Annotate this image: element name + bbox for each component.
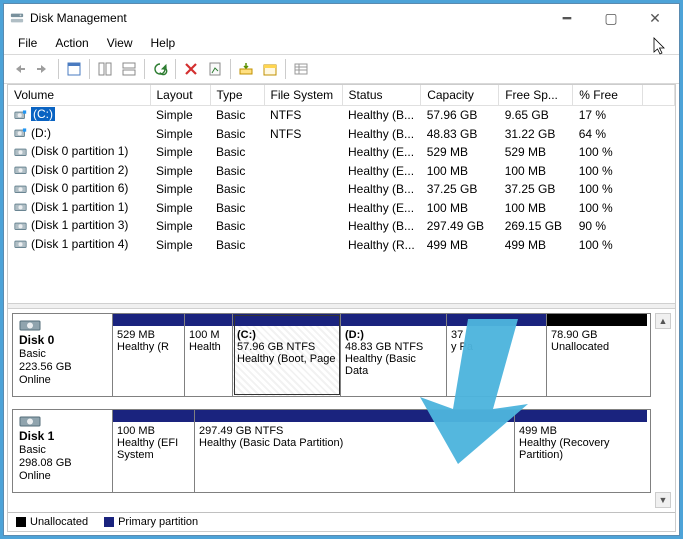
- legend-primary: Primary partition: [104, 516, 198, 528]
- volume-table: VolumeLayoutTypeFile SystemStatusCapacit…: [8, 85, 675, 254]
- column-header[interactable]: Free Sp...: [499, 85, 573, 106]
- partition-block[interactable]: 37y Pa: [447, 314, 547, 396]
- partition-block[interactable]: 100 MBHealthy (EFI System: [113, 410, 195, 492]
- column-header[interactable]: % Free: [573, 85, 643, 106]
- partition-block[interactable]: 499 MBHealthy (Recovery Partition): [515, 410, 647, 492]
- volume-row[interactable]: (Disk 0 partition 1)SimpleBasicHealthy (…: [8, 143, 675, 162]
- content: VolumeLayoutTypeFile SystemStatusCapacit…: [7, 84, 676, 532]
- disk-management-window: Disk Management ━ ▢ ✕ File Action View H…: [3, 3, 680, 536]
- partition-block[interactable]: 529 MBHealthy (R: [113, 314, 185, 396]
- scrollbar[interactable]: ▲ ▼: [655, 313, 671, 508]
- minimize-button[interactable]: ━: [545, 4, 589, 32]
- toolbar-layout1-icon[interactable]: [94, 58, 116, 80]
- column-header[interactable]: File System: [264, 85, 342, 106]
- graphical-view: Disk 0Basic223.56 GBOnline529 MBHealthy …: [8, 309, 675, 512]
- menubar: File Action View Help: [4, 32, 679, 54]
- column-header[interactable]: Volume: [8, 85, 150, 106]
- delete-icon[interactable]: [180, 58, 202, 80]
- forward-button[interactable]: [32, 58, 54, 80]
- menu-help[interactable]: Help: [143, 34, 184, 52]
- menu-file[interactable]: File: [10, 34, 45, 52]
- properties-icon[interactable]: [204, 58, 226, 80]
- toolbar-action2-icon[interactable]: [259, 58, 281, 80]
- disk-header[interactable]: Disk 0Basic223.56 GBOnline: [13, 314, 113, 396]
- toolbar-action1-icon[interactable]: [235, 58, 257, 80]
- volume-row[interactable]: (Disk 0 partition 6)SimpleBasicHealthy (…: [8, 180, 675, 199]
- volume-row[interactable]: (Disk 1 partition 1)SimpleBasicHealthy (…: [8, 199, 675, 218]
- toolbar-view-icon[interactable]: [63, 58, 85, 80]
- toolbar-layout2-icon[interactable]: [118, 58, 140, 80]
- partition-block[interactable]: 297.49 GB NTFSHealthy (Basic Data Partit…: [195, 410, 515, 492]
- disk-header[interactable]: Disk 1Basic298.08 GBOnline: [13, 410, 113, 492]
- legend: Unallocated Primary partition: [8, 512, 675, 531]
- volume-row[interactable]: (Disk 0 partition 2)SimpleBasicHealthy (…: [8, 162, 675, 181]
- scroll-down[interactable]: ▼: [655, 492, 671, 508]
- partition-block[interactable]: 100 MHealth: [185, 314, 233, 396]
- toolbar-list-icon[interactable]: [290, 58, 312, 80]
- column-header[interactable]: Type: [210, 85, 264, 106]
- column-header[interactable]: Status: [342, 85, 421, 106]
- column-header[interactable]: Capacity: [421, 85, 499, 106]
- menu-action[interactable]: Action: [47, 34, 96, 52]
- column-header[interactable]: Layout: [150, 85, 210, 106]
- volume-row[interactable]: (Disk 1 partition 3)SimpleBasicHealthy (…: [8, 217, 675, 236]
- partition-block[interactable]: 78.90 GBUnallocated: [547, 314, 647, 396]
- titlebar[interactable]: Disk Management ━ ▢ ✕: [4, 4, 679, 32]
- window-title: Disk Management: [30, 11, 127, 25]
- back-button[interactable]: [8, 58, 30, 80]
- app-icon: [10, 11, 24, 25]
- volume-row[interactable]: (D:)SimpleBasicNTFSHealthy (B...48.83 GB…: [8, 125, 675, 144]
- scroll-up[interactable]: ▲: [655, 313, 671, 329]
- toolbar: [4, 54, 679, 84]
- maximize-button[interactable]: ▢: [589, 4, 633, 32]
- disk-row: Disk 1Basic298.08 GBOnline100 MBHealthy …: [12, 409, 651, 493]
- partition-block[interactable]: (D:)48.83 GB NTFSHealthy (Basic Data: [341, 314, 447, 396]
- volume-row[interactable]: (C:)SimpleBasicNTFSHealthy (B...57.96 GB…: [8, 106, 675, 125]
- partition-block[interactable]: (C:)57.96 GB NTFSHealthy (Boot, Page: [233, 314, 341, 396]
- menu-view[interactable]: View: [99, 34, 141, 52]
- legend-unallocated: Unallocated: [16, 516, 88, 528]
- volume-row[interactable]: (Disk 1 partition 4)SimpleBasicHealthy (…: [8, 236, 675, 255]
- close-button[interactable]: ✕: [633, 4, 677, 32]
- volume-list-pane[interactable]: VolumeLayoutTypeFile SystemStatusCapacit…: [8, 85, 675, 303]
- disk-row: Disk 0Basic223.56 GBOnline529 MBHealthy …: [12, 313, 651, 397]
- refresh-icon[interactable]: [149, 58, 171, 80]
